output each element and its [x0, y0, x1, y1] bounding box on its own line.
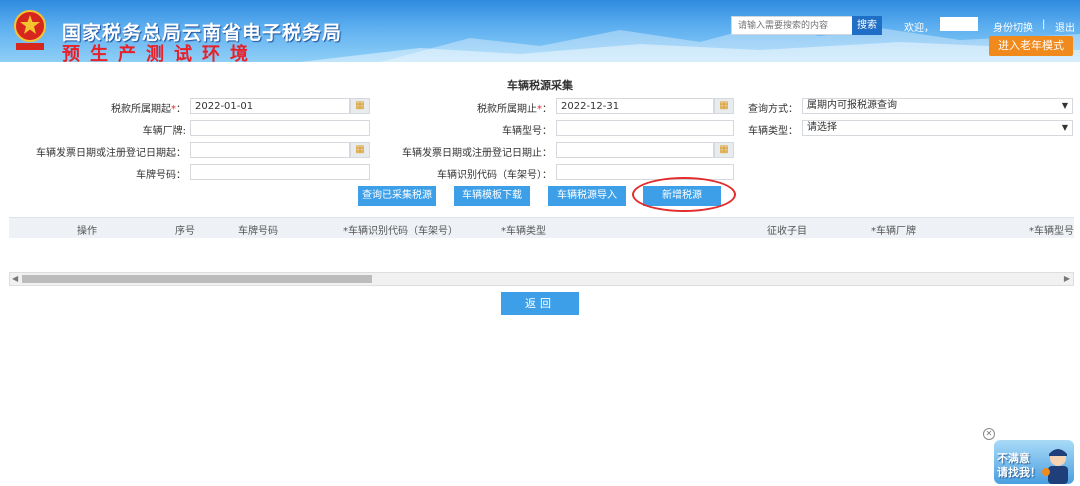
vin-label: 车辆识别代码（车架号）：	[437, 170, 552, 181]
header-separator: |	[1042, 19, 1046, 30]
feedback-widget-text: 不满意 请找我！	[997, 452, 1041, 479]
scroll-left-icon[interactable]: ◀	[12, 273, 18, 285]
search-button[interactable]: 搜索	[852, 16, 882, 35]
search-input[interactable]	[731, 16, 863, 35]
model-label: 车辆型号：	[502, 126, 552, 137]
period-end-input[interactable]: 2022-12-31	[556, 98, 714, 114]
plate-input[interactable]	[190, 164, 370, 180]
column-header-vin: *车辆识别代码（车架号）	[343, 226, 458, 237]
calendar-icon[interactable]: ▦	[350, 98, 370, 114]
welcome-text: 欢迎，	[904, 23, 934, 34]
vehicle-type-select[interactable]: 请选择 ▼	[802, 120, 1073, 136]
table-header: 操作 序号 车牌号码 *车辆识别代码（车架号） *车辆类型 征收子目 *车辆厂牌…	[9, 217, 1074, 239]
vehicle-type-label: 车辆类型：	[748, 126, 798, 137]
period-start-label: 税款所属期起*：	[111, 104, 186, 115]
query-collected-button[interactable]: 查询已采集税源	[358, 186, 436, 206]
column-header-brand: *车辆厂牌	[871, 226, 916, 237]
calendar-icon[interactable]: ▦	[714, 98, 734, 114]
template-download-button[interactable]: 车辆模板下载	[454, 186, 530, 206]
site-header: 国家税务总局云南省电子税务局 预生产测试环境 搜索 欢迎， 身份切换 | 退出 …	[0, 0, 1080, 62]
calendar-icon[interactable]: ▦	[350, 142, 370, 158]
mascot-icon	[1042, 449, 1068, 484]
horizontal-scrollbar[interactable]: ◀ ▶	[9, 272, 1074, 286]
identity-switch-link[interactable]: 身份切换	[993, 19, 1033, 34]
query-mode-label: 查询方式：	[748, 104, 798, 115]
red-highlight-circle	[632, 177, 736, 212]
column-header-index: 序号	[175, 226, 195, 237]
calendar-icon[interactable]: ▦	[714, 142, 734, 158]
back-button[interactable]: 返回	[501, 292, 579, 315]
scrollbar-thumb[interactable]	[22, 275, 372, 283]
brand-label: 车辆厂牌:	[142, 126, 186, 137]
period-end-label: 税款所属期止*：	[477, 104, 552, 115]
invoice-date-start-input[interactable]	[190, 142, 350, 158]
column-header-plate: 车牌号码	[238, 226, 278, 237]
feedback-widget[interactable]: 不满意 请找我！	[994, 440, 1074, 484]
plate-label: 车牌号码：	[136, 170, 186, 181]
logout-link[interactable]: 退出	[1055, 19, 1075, 34]
elder-mode-button[interactable]: 进入老年模式	[989, 36, 1073, 56]
vin-input[interactable]	[556, 164, 734, 180]
chevron-down-icon: ▼	[1061, 101, 1068, 110]
table-body	[9, 238, 1074, 273]
column-header-sub-item: 征收子目	[767, 226, 807, 237]
invoice-date-end-label: 车辆发票日期或注册登记日期止：	[402, 148, 552, 159]
query-mode-select[interactable]: 属期内可报税源查询 ▼	[802, 98, 1073, 114]
username-redacted	[940, 17, 978, 31]
vehicle-import-button[interactable]: 车辆税源导入	[548, 186, 626, 206]
invoice-date-start-label: 车辆发票日期或注册登记日期起：	[36, 148, 186, 159]
column-header-vehicle-type: *车辆类型	[501, 226, 546, 237]
page-title: 车辆税源采集	[507, 79, 573, 92]
period-start-input[interactable]: 2022-01-01	[190, 98, 350, 114]
tax-emblem-icon	[14, 10, 46, 50]
invoice-date-end-input[interactable]	[556, 142, 714, 158]
scroll-right-icon[interactable]: ▶	[1064, 273, 1070, 285]
close-icon[interactable]: ✕	[983, 428, 995, 440]
environment-label: 预生产测试环境	[62, 44, 258, 62]
column-header-action: 操作	[77, 226, 97, 237]
brand-input[interactable]	[190, 120, 370, 136]
model-input[interactable]	[556, 120, 734, 136]
column-header-model: *车辆型号	[1029, 226, 1074, 237]
chevron-down-icon: ▼	[1061, 123, 1068, 132]
